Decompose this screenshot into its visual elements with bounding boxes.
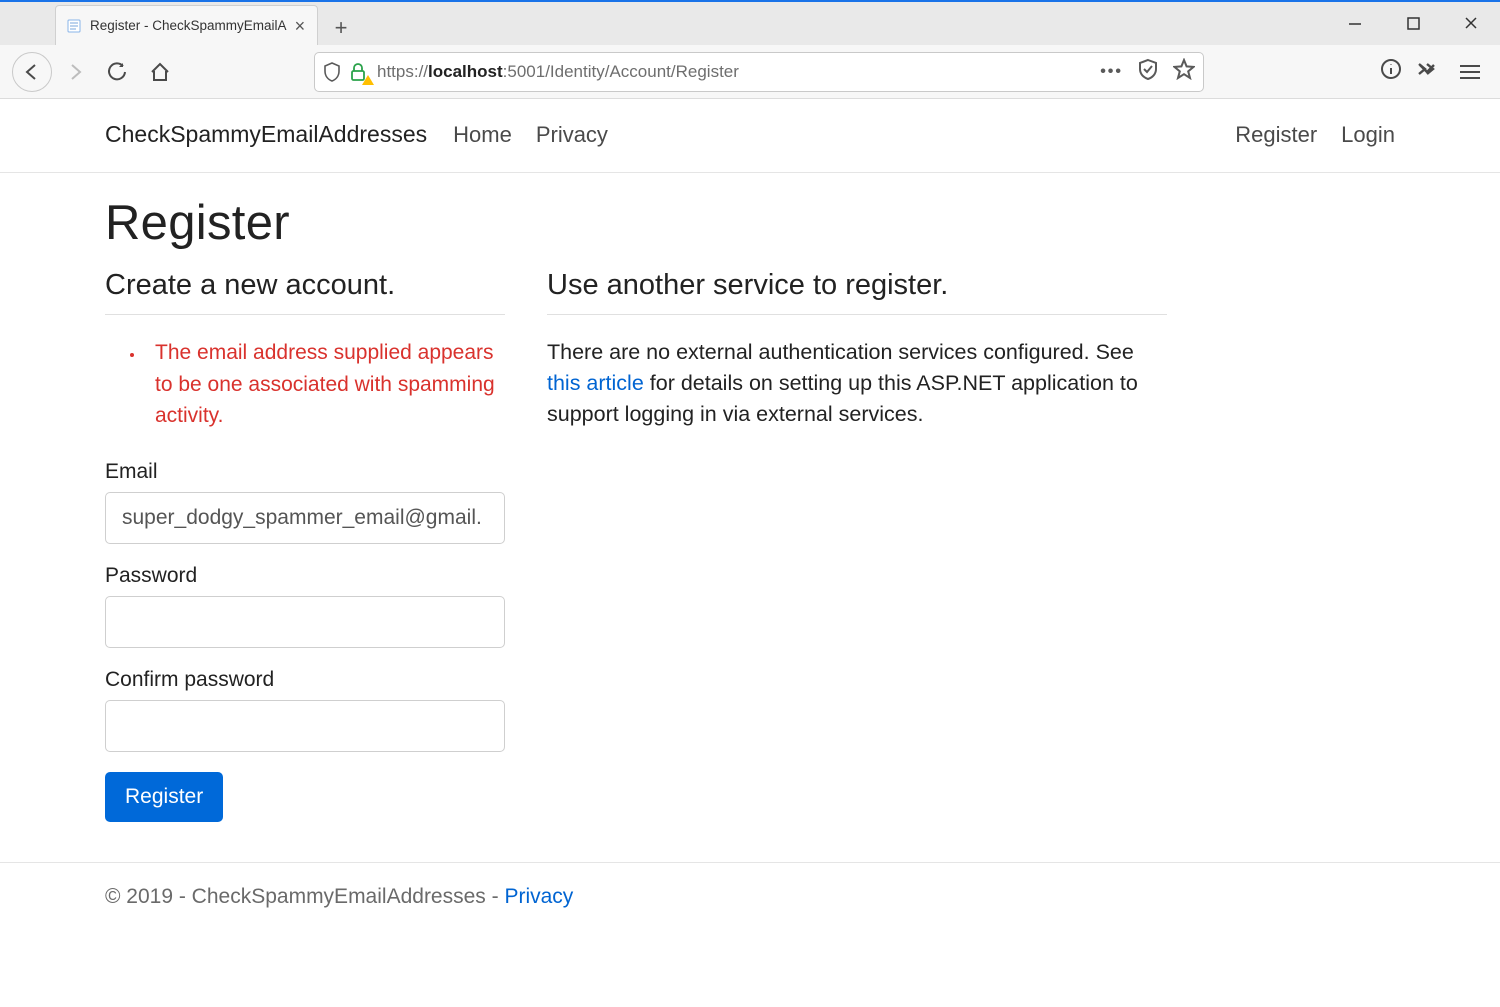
page-title: Register <box>105 195 1395 251</box>
lock-warning-icon[interactable] <box>349 62 369 82</box>
password-input[interactable] <box>105 596 505 648</box>
address-bar-wrap: https://localhost:5001/Identity/Account/… <box>314 52 1204 92</box>
validation-error: The email address supplied appears to be… <box>145 337 505 432</box>
footer-text: © 2019 - CheckSpammyEmailAddresses - <box>105 885 504 908</box>
external-heading: Use another service to register. <box>547 269 1167 315</box>
external-login-column: Use another service to register. There a… <box>547 269 1167 822</box>
new-tab-button[interactable]: + <box>324 11 358 45</box>
bookmark-star-icon[interactable] <box>1173 58 1195 85</box>
register-form-column: Create a new account. The email address … <box>105 269 505 822</box>
external-text: There are no external authentication ser… <box>547 337 1167 431</box>
brand[interactable]: CheckSpammyEmailAddresses <box>105 121 427 148</box>
overflow-icon[interactable] <box>1416 58 1438 85</box>
site-header: CheckSpammyEmailAddresses Home Privacy R… <box>0 99 1500 173</box>
reload-button[interactable] <box>100 54 136 90</box>
create-account-heading: Create a new account. <box>105 269 505 315</box>
external-article-link[interactable]: this article <box>547 371 644 395</box>
page: CheckSpammyEmailAddresses Home Privacy R… <box>0 99 1500 931</box>
url-scheme: https:// <box>377 62 428 81</box>
window-controls <box>1326 1 1500 45</box>
url-path: :5001/Identity/Account/Register <box>503 62 739 81</box>
reader-shield-icon[interactable] <box>1137 58 1159 85</box>
tab-title: Register - CheckSpammyEmailA <box>90 18 287 33</box>
browser-chrome: Register - CheckSpammyEmailA × + <box>0 0 1500 99</box>
confirm-password-label: Confirm password <box>105 668 505 692</box>
page-actions-icon[interactable]: ••• <box>1100 63 1123 81</box>
window-minimize-button[interactable] <box>1326 1 1384 45</box>
url-text: https://localhost:5001/Identity/Account/… <box>377 62 1092 82</box>
auth-links: Register Login <box>1235 122 1395 148</box>
email-input[interactable] <box>105 492 505 544</box>
register-button[interactable]: Register <box>105 772 223 822</box>
tab-strip: Register - CheckSpammyEmailA × + <box>0 0 1500 45</box>
nav-home[interactable]: Home <box>453 122 512 148</box>
nav-links: Home Privacy <box>453 122 608 148</box>
back-button[interactable] <box>12 52 52 92</box>
info-icon[interactable] <box>1380 58 1402 85</box>
browser-toolbar: https://localhost:5001/Identity/Account/… <box>0 45 1500 99</box>
forward-button[interactable] <box>58 54 94 90</box>
window-close-button[interactable] <box>1442 1 1500 45</box>
password-label: Password <box>105 564 505 588</box>
address-bar[interactable]: https://localhost:5001/Identity/Account/… <box>314 52 1204 92</box>
window-maximize-button[interactable] <box>1384 1 1442 45</box>
external-text-before: There are no external authentication ser… <box>547 340 1134 364</box>
menu-button[interactable] <box>1452 54 1488 90</box>
toolbar-right <box>1380 54 1488 90</box>
tab-close-icon[interactable]: × <box>295 17 306 35</box>
tracking-shield-icon[interactable] <box>323 62 341 82</box>
tab-favicon-icon <box>66 18 82 34</box>
home-button[interactable] <box>142 54 178 90</box>
nav-register[interactable]: Register <box>1235 122 1317 148</box>
email-label: Email <box>105 460 505 484</box>
browser-tab[interactable]: Register - CheckSpammyEmailA × <box>55 5 318 45</box>
url-host: localhost <box>428 62 503 81</box>
nav-privacy[interactable]: Privacy <box>536 122 608 148</box>
validation-summary: The email address supplied appears to be… <box>105 337 505 432</box>
footer-privacy-link[interactable]: Privacy <box>504 885 573 908</box>
confirm-password-input[interactable] <box>105 700 505 752</box>
nav-login[interactable]: Login <box>1341 122 1395 148</box>
site-footer: © 2019 - CheckSpammyEmailAddresses - Pri… <box>0 862 1500 931</box>
hamburger-icon <box>1460 65 1480 79</box>
main-container: Register Create a new account. The email… <box>105 173 1395 840</box>
